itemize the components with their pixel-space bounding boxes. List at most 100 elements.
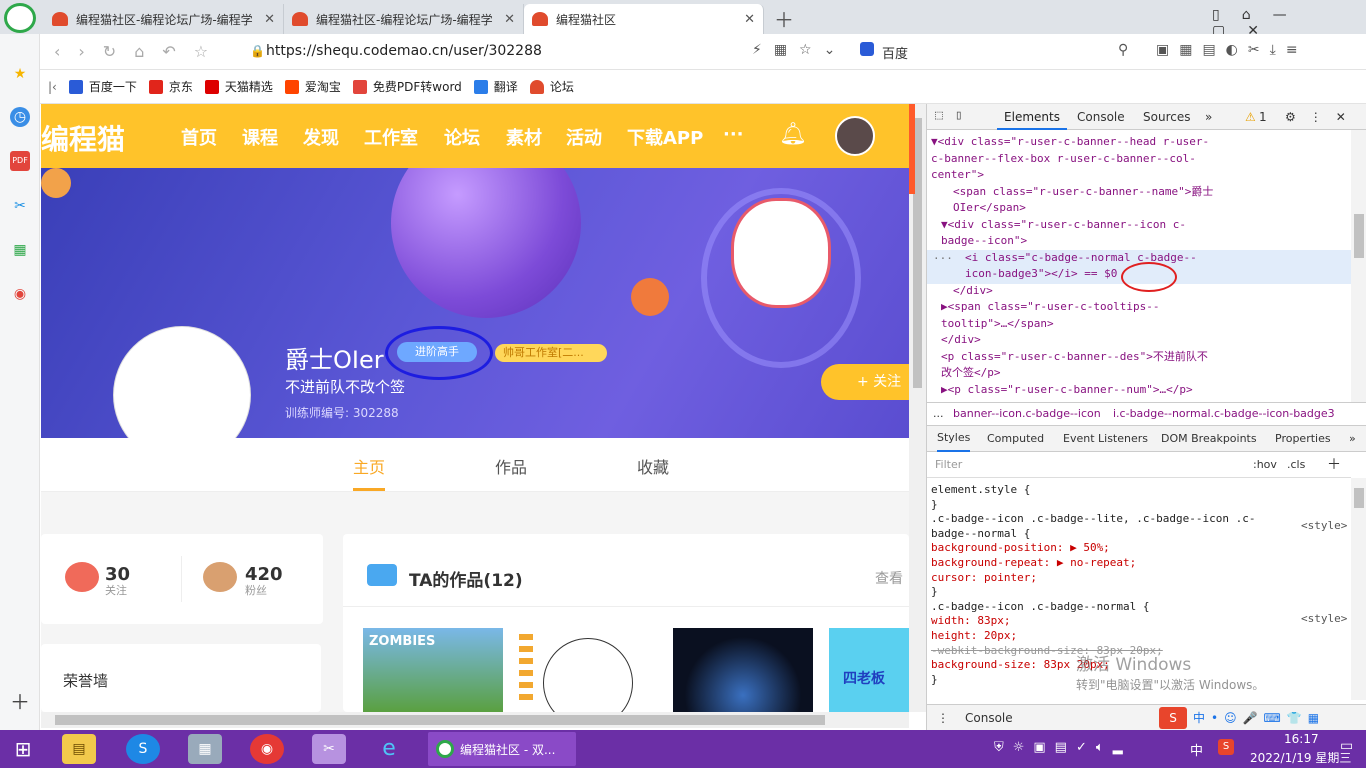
scrollbar-thumb[interactable] (1354, 214, 1364, 258)
styles-scrollbar[interactable] (1351, 478, 1366, 700)
drawer-tab-console[interactable]: Console (965, 705, 1013, 731)
devtools-tab-console[interactable]: Console (1077, 104, 1125, 130)
devtools-settings-icons[interactable]: ⚙⋮✕ (1285, 104, 1360, 130)
horizontal-scrollbar[interactable] (41, 712, 909, 728)
dom-breakpoints-tab[interactable]: DOM Breakpoints (1161, 426, 1257, 452)
elements-tree[interactable]: ··· ▼<div class="r-user-c-banner--head r… (927, 130, 1351, 402)
add-rule-icon[interactable]: ＋ (1327, 452, 1341, 478)
tab-favorites[interactable]: 收藏 (637, 454, 669, 478)
drawer-menu-icon[interactable]: ⋮ (937, 705, 949, 731)
html-source-line[interactable]: ▶<span class="r-user-c-tooltips-- (941, 299, 1351, 316)
view-more-link[interactable]: 查看 (875, 568, 903, 588)
breadcrumb-item-active[interactable]: i.c-badge--normal.c-badge--icon-badge3 (1113, 403, 1335, 425)
sogou-browser-icon[interactable]: S (126, 734, 160, 764)
avatar[interactable] (835, 116, 875, 156)
inspect-device-icons[interactable]: ⬚▯ (935, 108, 975, 123)
browser-logo-icon[interactable] (4, 3, 36, 33)
breadcrumb-item[interactable]: banner--icon.c-badge--icon (953, 403, 1101, 425)
sogou-tray-icon[interactable]: S (1218, 739, 1234, 755)
html-source-line[interactable]: c-banner--flex-box r-user-c-banner--col- (931, 151, 1351, 168)
snipping-tool-icon[interactable]: ✂ (312, 734, 346, 764)
elements-scrollbar[interactable] (1351, 130, 1366, 402)
nav-studio[interactable]: 工作室 (364, 124, 418, 150)
add-sidebar-icon[interactable]: ＋ (10, 692, 30, 712)
work-thumbnail[interactable]: 四老板 (829, 628, 909, 712)
ime-toolbar-icons[interactable]: 中•☺🎤⌨👕▦ (1193, 705, 1325, 731)
bookmark-forum[interactable]: 论坛 (529, 78, 574, 95)
tab-home[interactable]: 主页 (353, 454, 385, 478)
studio-tag[interactable]: 帅哥工作室[二... (495, 344, 607, 362)
chrome-icon[interactable]: ◉ (250, 734, 284, 764)
nav-download-app[interactable]: 下载APP (627, 124, 703, 150)
styles-filter-input[interactable]: Filter (935, 452, 962, 478)
html-source-line[interactable]: ▼<div class="r-user-c-banner--icon c- (941, 217, 1351, 234)
properties-tab[interactable]: Properties (1275, 426, 1331, 452)
hov-toggle[interactable]: :hov (1253, 452, 1277, 478)
html-source-line[interactable]: badge--icon"> (941, 233, 1351, 250)
close-tab-icon[interactable]: ✕ (744, 12, 755, 27)
nav-buttons[interactable]: ‹›↻⌂↶☆ (54, 42, 226, 61)
url-input[interactable]: https://shequ.codemao.cn/user/302288 (266, 43, 542, 59)
bookmark-jd[interactable]: 京东 (148, 78, 193, 95)
styles-tab[interactable]: Styles (937, 426, 971, 452)
search-icon[interactable]: ⚲ (1118, 42, 1128, 58)
bookmark-baidu[interactable]: 百度一下 (68, 78, 137, 95)
nav-more[interactable]: ··· (723, 124, 744, 145)
clock-time[interactable]: 16:17 (1284, 732, 1319, 746)
warning-icon[interactable]: ⚠ (1245, 104, 1256, 130)
taskbar-active-window[interactable]: 编程猫社区 - 双... (428, 732, 576, 766)
browser-tab-3[interactable]: 编程猫社区 ✕ (524, 4, 764, 34)
work-thumbnail[interactable] (519, 628, 659, 712)
work-thumbnail[interactable] (673, 628, 813, 712)
nav-courses[interactable]: 课程 (242, 124, 278, 150)
devtools-tab-elements[interactable]: Elements (997, 104, 1067, 130)
nav-activities[interactable]: 活动 (566, 124, 602, 150)
nav-discover[interactable]: 发现 (303, 124, 339, 150)
html-source-line[interactable]: 改个签</p> (941, 365, 1351, 382)
nav-home[interactable]: 首页 (181, 124, 217, 150)
bell-icon[interactable]: 🔔︎ (779, 122, 807, 147)
tab-works[interactable]: 作品 (495, 454, 527, 478)
html-source-line[interactable]: ▶<p class="r-user-c-banner--num">…</p> (941, 382, 1351, 399)
sogou-ime-icon[interactable]: S (1159, 707, 1187, 729)
bookmarks-toggle-icon[interactable]: |‹ (48, 80, 57, 94)
rule-source[interactable]: <style> (1301, 519, 1347, 532)
nav-forum[interactable]: 论坛 (444, 124, 480, 150)
bookmark-taobao[interactable]: 爱淘宝 (284, 78, 341, 95)
new-tab-icon[interactable]: ＋ (774, 4, 794, 33)
bookmark-translate[interactable]: 翻译 (473, 78, 518, 95)
event-listeners-tab[interactable]: Event Listeners (1063, 426, 1148, 452)
html-source-line[interactable]: <p class="r-user-c-banner--des">不进前队不 (941, 349, 1351, 366)
weibo-icon[interactable]: ◉ (10, 284, 30, 304)
bookmark-tmall[interactable]: 天猫精选 (204, 78, 273, 95)
html-source-line[interactable]: <span class="r-user-c-banner--name">爵士 (953, 184, 1351, 201)
site-logo[interactable]: 编程猫 (41, 118, 125, 158)
nav-materials[interactable]: 素材 (506, 124, 542, 150)
work-thumbnail[interactable]: ZOMBIES (363, 628, 503, 712)
html-source-line[interactable]: tooltip">…</span> (941, 316, 1351, 333)
extension-icons[interactable]: ▣▦▤◐✂⤓≡ (1156, 42, 1308, 58)
scissors-icon[interactable]: ✂ (10, 196, 30, 216)
html-source-line[interactable]: center"> (931, 167, 1351, 184)
more-tabs-icon[interactable]: » (1205, 104, 1212, 130)
notification-icon[interactable]: ▭ (1340, 738, 1353, 754)
pdf-icon[interactable]: PDF (10, 151, 30, 171)
favorites-star-icon[interactable]: ★ (10, 64, 30, 84)
calculator-icon[interactable]: ▦ (188, 734, 222, 764)
cls-toggle[interactable]: .cls (1287, 452, 1305, 478)
html-source-line[interactable]: ▼<div class="r-user-c-banner--head r-use… (931, 134, 1351, 151)
warning-count[interactable]: 1 (1259, 104, 1267, 130)
address-actions[interactable]: ⚡▦☆⌄ (752, 42, 847, 58)
close-tab-icon[interactable]: ✕ (504, 12, 515, 27)
html-source-line[interactable]: OIer</span> (953, 200, 1351, 217)
history-clock-icon[interactable]: ◷ (10, 107, 30, 127)
ime-indicator[interactable]: 中 (1190, 740, 1203, 759)
browser-tab-1[interactable]: 编程猫社区-编程论坛广场-编程学 ✕ (44, 4, 284, 34)
follow-button[interactable]: + 关注 (821, 364, 909, 400)
scrollbar-thumb[interactable] (1354, 488, 1364, 508)
computed-tab[interactable]: Computed (987, 426, 1044, 452)
scrollbar-thumb[interactable] (55, 715, 825, 725)
vertical-scrollbar[interactable] (909, 104, 926, 712)
system-tray-icons[interactable]: ⛨☼▣▤✓🔈︎▂ (994, 740, 1132, 755)
devtools-tab-sources[interactable]: Sources (1143, 104, 1190, 130)
